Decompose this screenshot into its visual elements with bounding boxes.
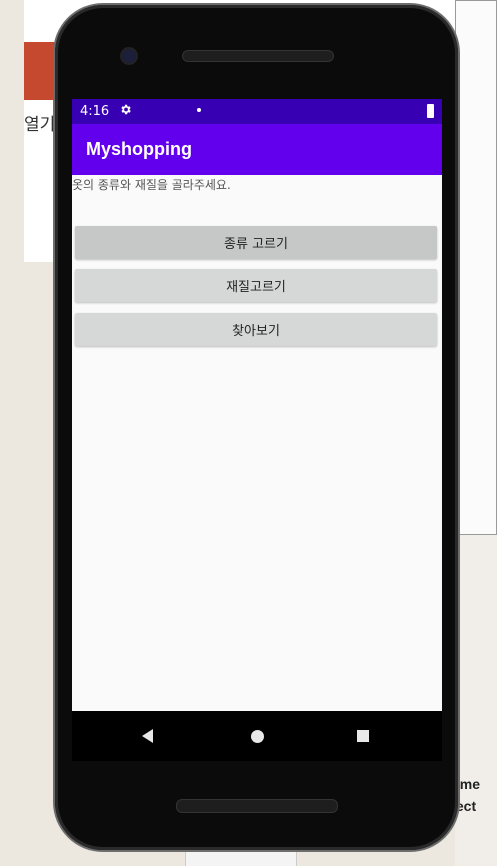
speaker-grille xyxy=(182,50,334,62)
speaker-grille xyxy=(176,799,338,813)
material-select-button[interactable]: 재질고르기 xyxy=(75,269,437,302)
search-button[interactable]: 찾아보기 xyxy=(75,313,437,346)
background-right-lower xyxy=(455,535,497,866)
background-right-panel xyxy=(455,0,497,535)
status-time: 4:16 xyxy=(80,104,110,119)
navigation-bar xyxy=(72,711,442,761)
category-select-button[interactable]: 종류 고르기 xyxy=(75,226,437,259)
recents-icon[interactable] xyxy=(357,730,369,742)
app-bar: Myshopping xyxy=(72,124,442,175)
home-icon[interactable] xyxy=(251,730,264,743)
app-title: Myshopping xyxy=(86,139,192,159)
phone-frame: 4:16 Myshopping 옷의 종류와 재질을 골라주세요. 종류 고르기… xyxy=(55,5,458,850)
background-partial-label: 열기 xyxy=(24,115,56,135)
device-screen: 4:16 Myshopping 옷의 종류와 재질을 골라주세요. 종류 고르기… xyxy=(72,99,442,711)
battery-icon xyxy=(427,104,434,118)
notification-dot-icon xyxy=(197,108,201,112)
instruction-text: 옷의 종류와 재질을 골라주세요. xyxy=(72,178,231,192)
status-bar: 4:16 xyxy=(72,99,442,124)
back-icon[interactable] xyxy=(142,729,153,743)
camera-icon xyxy=(120,47,138,65)
gear-icon xyxy=(119,103,132,120)
